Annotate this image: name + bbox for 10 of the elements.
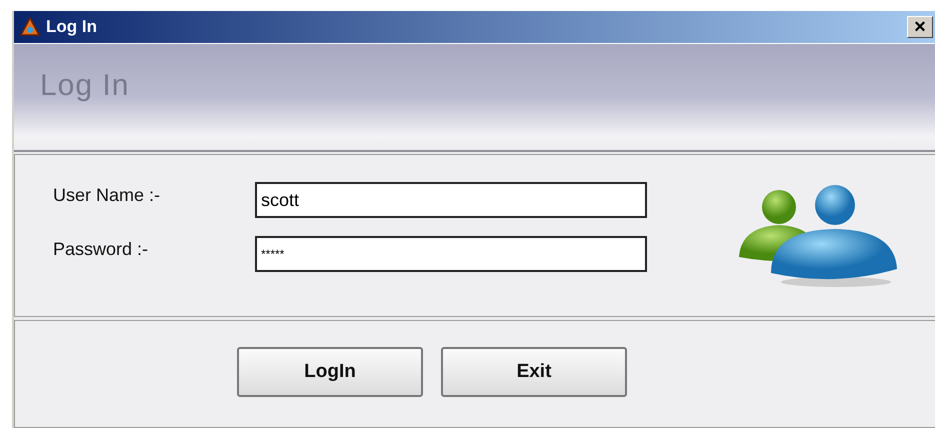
window-title: Log In: [46, 17, 98, 37]
login-button[interactable]: LogIn: [237, 347, 423, 397]
input-field[interactable]: scott: [255, 182, 647, 218]
close-button[interactable]: ×: [907, 16, 933, 38]
exit-button[interactable]: Exit: [441, 347, 627, 397]
field-label: User Name :-: [53, 184, 162, 207]
logo-icon: [18, 17, 42, 37]
header-title: Log In: [40, 69, 130, 103]
field-label: Password :-: [53, 238, 150, 261]
input-field[interactable]: *****: [255, 236, 647, 272]
